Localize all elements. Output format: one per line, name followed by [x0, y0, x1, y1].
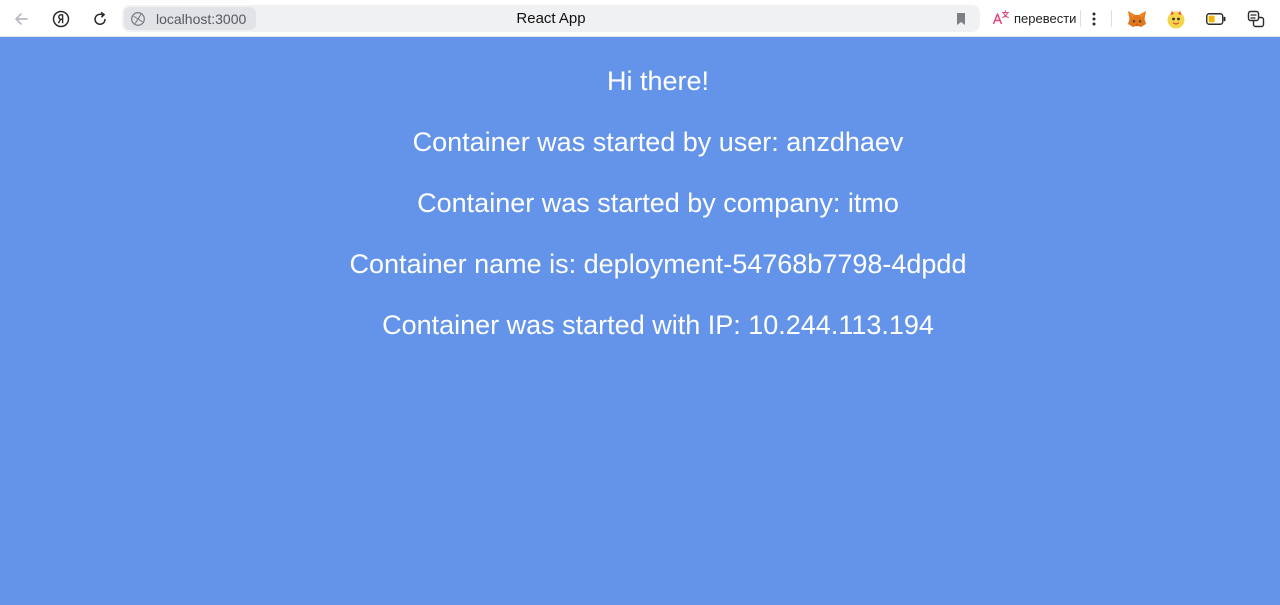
container-ip-line: Container was started with IP: 10.244.11… [382, 310, 934, 340]
yandex-logo-icon [52, 10, 70, 28]
browser-toolbar: localhost:3000 React App перевести [0, 0, 1280, 37]
translate-button[interactable]: перевести [992, 7, 1076, 29]
site-settings-icon [131, 12, 145, 26]
greeting-heading: Hi there! [606, 66, 710, 96]
yandex-button[interactable] [48, 6, 74, 32]
tabs-icon [1247, 10, 1265, 28]
extension-mascot-icon [1167, 10, 1185, 29]
address-bar[interactable]: localhost:3000 React App [122, 5, 980, 32]
page-content: Hi there! Container was started by user:… [0, 37, 1280, 605]
tabs-button[interactable] [1243, 6, 1269, 32]
more-menu-button[interactable] [1081, 6, 1107, 32]
battery-icon [1206, 13, 1226, 25]
back-arrow-icon [15, 13, 28, 25]
more-vertical-icon [1092, 12, 1096, 26]
mascot-extension-button[interactable] [1163, 6, 1189, 32]
container-name-line: Container name is: deployment-54768b7798… [349, 249, 967, 279]
company-line: Container was started by company: itmo [417, 188, 899, 218]
toolbar-divider [1111, 10, 1112, 27]
url-text: localhost:3000 [156, 11, 247, 27]
reload-button[interactable] [87, 6, 113, 32]
site-info-button[interactable]: localhost:3000 [124, 7, 256, 30]
metamask-extension-button[interactable] [1124, 6, 1150, 32]
reload-icon [94, 12, 106, 26]
back-button[interactable] [8, 6, 34, 32]
translate-label: перевести [1014, 10, 1077, 26]
metamask-fox-icon [1128, 11, 1146, 27]
translate-icon [992, 10, 1010, 25]
bookmark-icon[interactable] [954, 11, 968, 27]
user-line: Container was started by user: anzdhaev [412, 127, 904, 157]
battery-button[interactable] [1203, 6, 1229, 32]
